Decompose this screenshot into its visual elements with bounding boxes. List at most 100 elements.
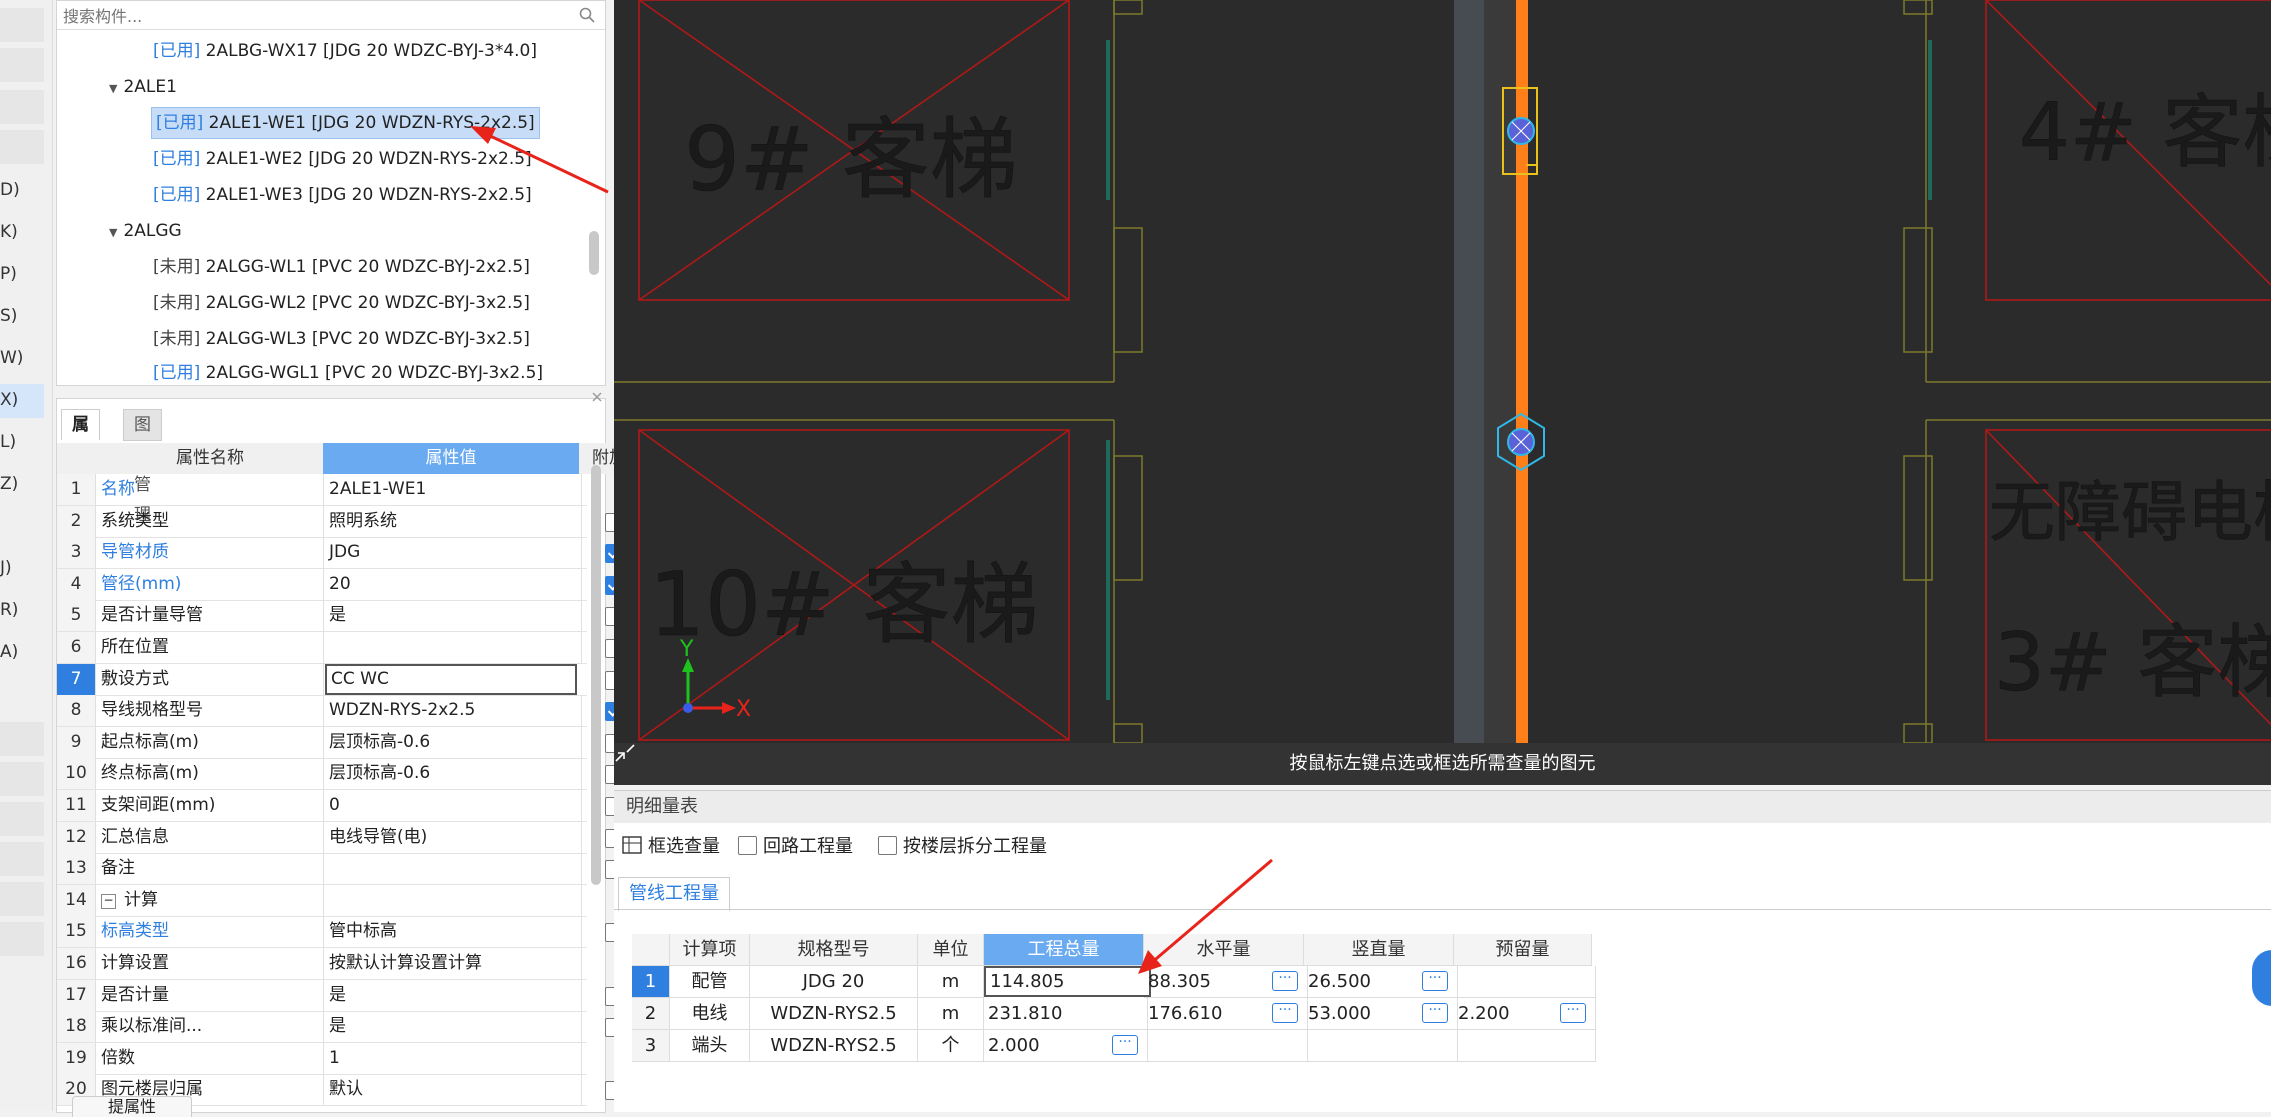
tree-item[interactable]: [已用] 2ALE1-WE3 [JDG 20 WDZN-RYS-2x2.5]	[153, 179, 532, 211]
strip-button[interactable]	[0, 922, 44, 956]
property-value[interactable]	[325, 884, 582, 916]
property-row[interactable]: 6 所在位置	[57, 632, 624, 664]
strip-label[interactable]: W)	[0, 348, 23, 368]
strip-button[interactable]	[0, 90, 44, 124]
more-options-icon[interactable]: ···	[1272, 971, 1298, 991]
detail-cell[interactable]	[1144, 1030, 1308, 1062]
property-row[interactable]: 5 是否计量导管 是	[57, 600, 624, 633]
tree-item[interactable]: [已用] 2ALGG-WGL1 [PVC 20 WDZC-BYJ-3x2.5]	[153, 357, 543, 383]
property-value[interactable]: 管中标高	[325, 916, 582, 948]
strip-label[interactable]: K)	[0, 222, 18, 242]
tree-group-2ALGG[interactable]: ▼ 2ALGG	[109, 215, 182, 247]
tab-attributes[interactable]: 属性	[61, 409, 100, 465]
strip-label[interactable]: D)	[0, 180, 20, 200]
caret-down-icon[interactable]: ▼	[109, 217, 117, 249]
column-header[interactable]: 水平量	[1144, 934, 1304, 966]
tree-item-selected[interactable]: [已用] 2ALE1-WE1 [JDG 20 WDZN-RYS-2x2.5]	[151, 107, 540, 139]
property-scrollbar[interactable]	[591, 465, 601, 885]
property-value[interactable]: 照明系统	[325, 505, 582, 537]
property-row[interactable]: 3 导管材质 JDG	[57, 537, 624, 570]
property-value[interactable]: 默认	[325, 1074, 582, 1106]
property-value[interactable]: 是	[325, 600, 582, 632]
checkbox[interactable]	[878, 836, 897, 855]
property-row[interactable]: 15 标高类型 管中标高	[57, 916, 624, 949]
detail-cell[interactable]: 电线	[670, 998, 750, 1030]
strip-label[interactable]: Z)	[0, 474, 18, 494]
property-row[interactable]: 19 倍数 1	[57, 1042, 587, 1075]
detail-cell[interactable]	[1304, 1030, 1458, 1062]
cad-drawing[interactable]: 9# 客梯 10# 客梯 4# 客梯 无障碍电梯 3# 客梯	[614, 0, 2271, 785]
detail-cell[interactable]	[1454, 966, 1596, 998]
property-row[interactable]: 11 支架间距(mm) 0	[57, 790, 624, 822]
detail-cell[interactable]: JDG 20	[750, 966, 918, 998]
detail-cell[interactable]: WDZN-RYS2.5	[750, 1030, 918, 1062]
detail-cell[interactable]: m	[918, 966, 984, 998]
property-value[interactable]	[325, 853, 582, 885]
property-value[interactable]: 按默认计算设置计算	[325, 948, 582, 979]
column-header[interactable]: 规格型号	[750, 934, 918, 966]
strip-button[interactable]	[0, 842, 44, 876]
close-icon[interactable]	[591, 391, 603, 403]
detail-cell[interactable]: WDZN-RYS2.5	[750, 998, 918, 1030]
column-header[interactable]: 预留量	[1454, 934, 1592, 966]
property-value[interactable]: CC WC	[325, 663, 577, 695]
detail-cell[interactable]: 端头	[670, 1030, 750, 1062]
property-row[interactable]: 18 乘以标准间... 是	[57, 1011, 624, 1044]
property-value[interactable]: 层顶标高-0.6	[325, 726, 582, 758]
property-value[interactable]: WDZN-RYS-2x2.5	[325, 695, 582, 727]
property-row[interactable]: 7 敷设方式 CC WC	[57, 663, 624, 696]
property-value[interactable]: 电线导管(电)	[325, 821, 582, 853]
property-value[interactable]: 1	[325, 1042, 582, 1074]
property-row[interactable]: 13 备注	[57, 853, 624, 886]
strip-button[interactable]	[0, 130, 44, 164]
property-value[interactable]: 2ALE1-WE1	[325, 474, 582, 505]
property-value[interactable]: JDG	[325, 537, 582, 569]
strip-button[interactable]	[0, 802, 44, 836]
strip-label[interactable]: S)	[0, 306, 17, 326]
column-header[interactable]: 计算项	[670, 934, 750, 966]
tree-item[interactable]: [已用] 2ALE1-WE2 [JDG 20 WDZN-RYS-2x2.5]	[153, 143, 532, 175]
split-by-floor-checkbox[interactable]: 按楼层拆分工程量	[878, 833, 1047, 861]
box-select-button[interactable]: 框选查量	[622, 833, 720, 861]
strip-button[interactable]	[0, 8, 44, 42]
tree-item[interactable]: [已用] 2ALBG-WX17 [JDG 20 WDZC-BYJ-3*4.0]	[153, 35, 537, 67]
tree-item[interactable]: [未用] 2ALGG-WL2 [PVC 20 WDZC-BYJ-3x2.5]	[153, 287, 530, 319]
strip-button[interactable]	[0, 48, 44, 82]
tree-scrollbar[interactable]	[589, 231, 599, 275]
property-value[interactable]: 0	[325, 790, 582, 821]
property-value[interactable]: 是	[325, 979, 582, 1011]
tab-layer-management[interactable]: 图层管理	[123, 409, 162, 525]
column-header[interactable]: 单位	[918, 934, 984, 966]
property-row[interactable]: 10 终点标高(m) 层顶标高-0.6	[57, 758, 624, 791]
property-row[interactable]: 4 管径(mm) 20	[57, 568, 624, 601]
caret-down-icon[interactable]: ▼	[109, 73, 117, 105]
property-row[interactable]: 2 系统类型 照明系统	[57, 505, 624, 538]
search-icon[interactable]	[579, 7, 595, 23]
strip-label[interactable]: A)	[0, 642, 18, 662]
tab-pipe-wire-quantity[interactable]: 管线工程量	[618, 877, 730, 912]
cad-canvas[interactable]: 9# 客梯 10# 客梯 4# 客梯 无障碍电梯 3# 客梯	[614, 0, 2271, 785]
column-header[interactable]: 工程总量	[984, 934, 1144, 966]
detail-cell[interactable]: m	[918, 998, 984, 1030]
strip-button[interactable]	[0, 882, 44, 916]
strip-button[interactable]	[0, 762, 44, 796]
more-options-icon[interactable]: ···	[1422, 971, 1448, 991]
strip-label[interactable]: L)	[0, 432, 16, 452]
strip-label[interactable]: X)	[0, 390, 18, 410]
detail-cell[interactable]: 231.810	[984, 998, 1148, 1030]
tree-item[interactable]: [未用] 2ALGG-WL3 [PVC 20 WDZC-BYJ-3x2.5]	[153, 323, 530, 355]
detail-cell[interactable]	[1454, 1030, 1596, 1062]
tree-item[interactable]: [未用] 2ALGG-WL1 [PVC 20 WDZC-BYJ-2x2.5]	[153, 251, 530, 283]
property-value[interactable]: 层顶标高-0.6	[325, 758, 582, 790]
strip-label[interactable]: P)	[0, 264, 17, 284]
detail-cell[interactable]: 配管	[670, 966, 750, 998]
detail-cell[interactable]: 114.805	[984, 966, 1151, 997]
more-options-icon[interactable]: ···	[1112, 1035, 1138, 1055]
extract-attributes-button[interactable]: 提属性	[72, 1096, 192, 1117]
strip-button[interactable]	[0, 722, 44, 756]
property-value[interactable]: 20	[325, 568, 582, 600]
property-row[interactable]: 17 是否计量 是	[57, 979, 624, 1012]
assistant-bubble[interactable]	[2252, 950, 2271, 1006]
row-index[interactable]: 2	[632, 998, 670, 1030]
row-index[interactable]: 1	[632, 966, 670, 998]
